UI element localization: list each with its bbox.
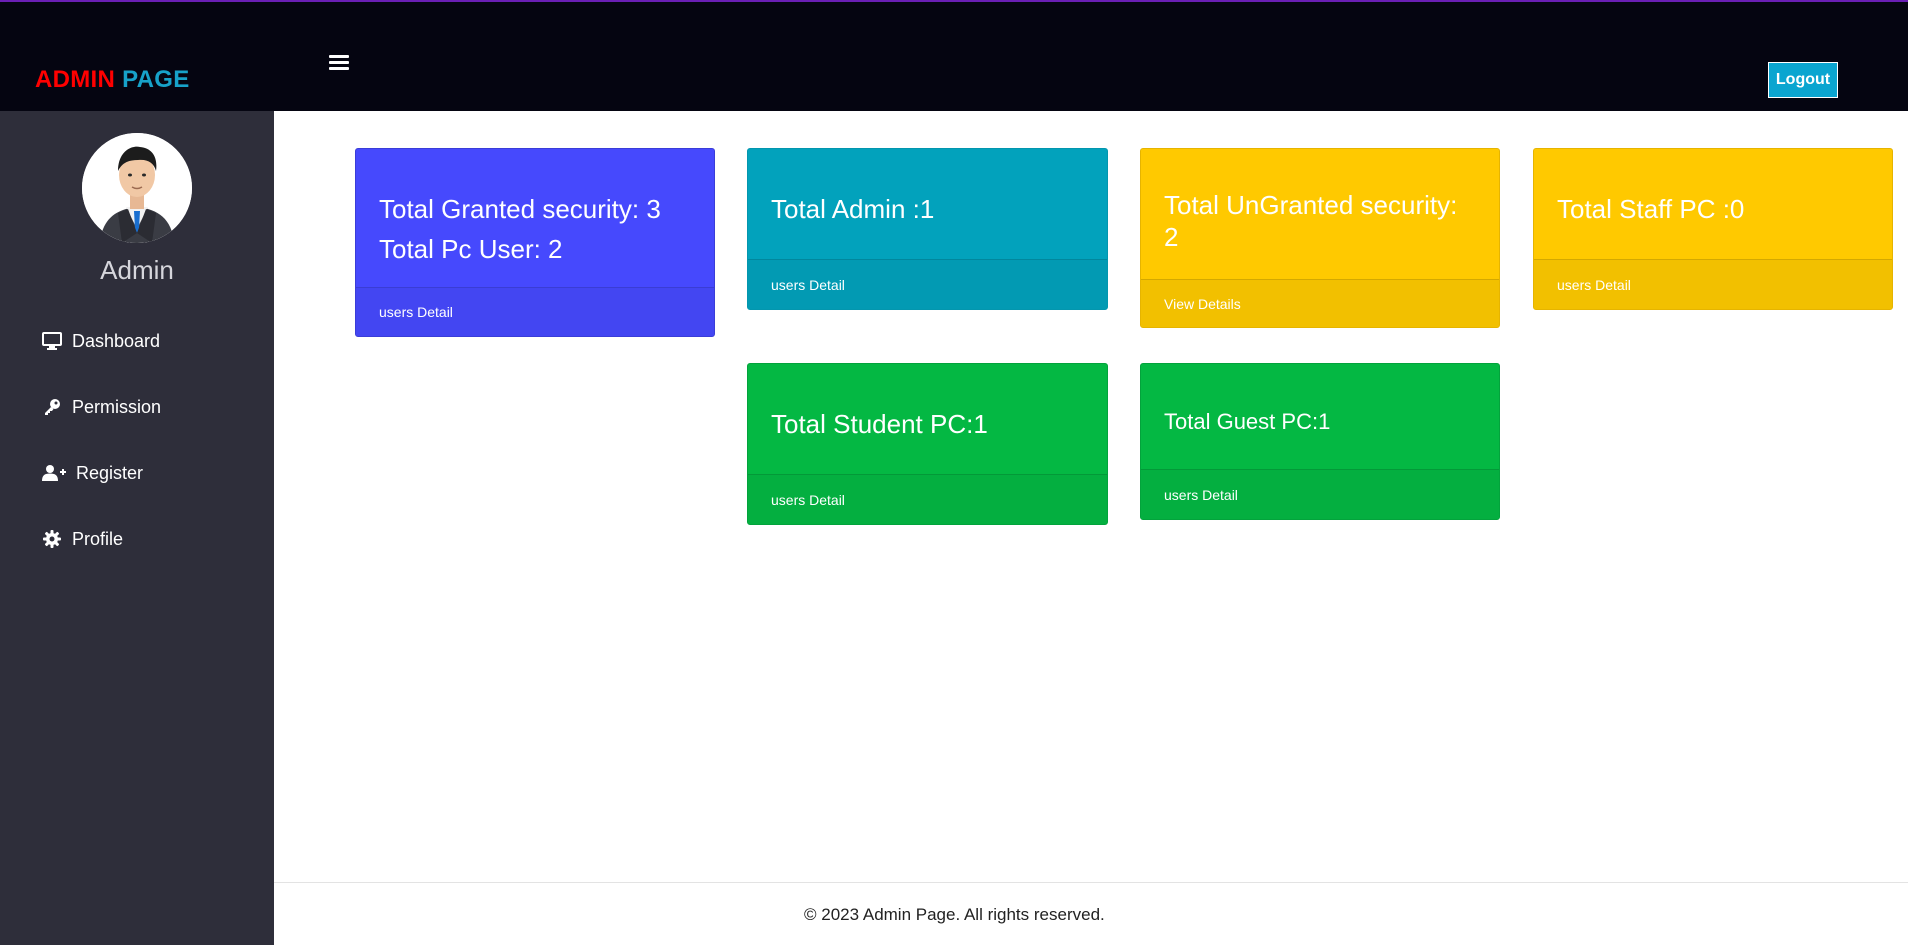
card-granted-security: Total Granted security: 3 Total Pc User:… bbox=[355, 148, 715, 337]
users-detail-link[interactable]: users Detail bbox=[1534, 259, 1892, 309]
sidebar-item-label: Profile bbox=[72, 528, 124, 549]
card-stat-staff: Total Staff PC :0 bbox=[1557, 194, 1745, 224]
card-stat-guest: Total Guest PC:1 bbox=[1164, 409, 1331, 434]
card-stat-granted: Total Granted security: 3 bbox=[379, 194, 661, 224]
avatar bbox=[82, 133, 192, 243]
brand-text-admin: ADMIN bbox=[35, 66, 116, 93]
card-total-admin: Total Admin :1 users Detail bbox=[747, 148, 1108, 310]
key-icon bbox=[42, 397, 62, 417]
users-detail-link[interactable]: users Detail bbox=[1141, 469, 1499, 519]
monitor-icon bbox=[42, 331, 62, 351]
page-footer: © 2023 Admin Page. All rights reserved. bbox=[274, 882, 1908, 945]
users-detail-link[interactable]: users Detail bbox=[748, 474, 1107, 524]
card-stat-ungranted: Total UnGranted security: 2 bbox=[1164, 190, 1458, 252]
sidebar-item-profile[interactable]: Profile bbox=[42, 524, 123, 554]
card-stat-admin: Total Admin :1 bbox=[771, 194, 935, 224]
sidebar: Admin Dashboard Permission Register Prof… bbox=[0, 111, 274, 945]
logout-button[interactable]: Logout bbox=[1768, 62, 1838, 98]
card-total-staff-pc: Total Staff PC :0 users Detail bbox=[1533, 148, 1893, 310]
card-total-student-pc: Total Student PC:1 users Detail bbox=[747, 363, 1108, 525]
hamburger-menu-icon[interactable] bbox=[325, 52, 353, 76]
sidebar-item-label: Register bbox=[76, 462, 144, 483]
user-plus-icon bbox=[42, 463, 66, 483]
users-detail-link[interactable]: users Detail bbox=[356, 287, 714, 336]
top-navbar: ADMIN PAGE Logout bbox=[0, 0, 1908, 111]
sidebar-user-name: Admin bbox=[100, 255, 174, 285]
sidebar-item-permission[interactable]: Permission bbox=[42, 392, 161, 422]
sidebar-item-dashboard[interactable]: Dashboard bbox=[42, 326, 160, 356]
gear-icon bbox=[42, 529, 62, 549]
view-details-link[interactable]: View Details bbox=[1141, 279, 1499, 327]
copyright-text: © 2023 Admin Page. All rights reserved. bbox=[804, 905, 1105, 924]
card-stat-student: Total Student PC:1 bbox=[771, 409, 988, 439]
sidebar-item-register[interactable]: Register bbox=[42, 458, 143, 488]
sidebar-item-label: Dashboard bbox=[72, 330, 161, 351]
users-detail-link[interactable]: users Detail bbox=[748, 259, 1107, 309]
brand-logo[interactable]: ADMIN PAGE bbox=[35, 66, 190, 94]
brand-text-page: PAGE bbox=[122, 66, 190, 93]
card-total-guest-pc: Total Guest PC:1 users Detail bbox=[1140, 363, 1500, 520]
card-stat-pc-user: Total Pc User: 2 bbox=[379, 234, 563, 264]
sidebar-item-label: Permission bbox=[72, 396, 162, 417]
card-ungranted-security: Total UnGranted security: 2 View Details bbox=[1140, 148, 1500, 328]
